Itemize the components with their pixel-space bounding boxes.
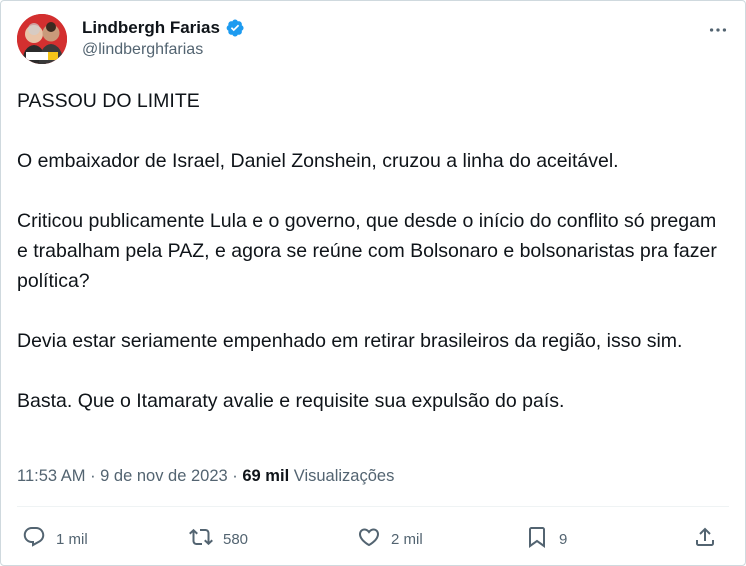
retweet-button[interactable]: 580 [189,520,248,558]
action-bar: 1 mil 580 2 mil 9 [0,520,746,558]
tweet-paragraph: Basta. Que o Itamaraty avalie e requisit… [17,390,565,412]
reply-icon [22,525,46,553]
like-count: 2 mil [391,530,423,548]
bookmark-button[interactable]: 9 [525,520,567,558]
share-icon [693,525,717,553]
reply-count: 1 mil [56,530,88,548]
tweet-paragraph: PASSOU DO LIMITE [17,90,200,112]
tweet-paragraph: Devia estar seriamente empenhado em reti… [17,330,683,352]
meta-separator: · [227,467,243,485]
author-name[interactable]: Lindbergh Farias [82,17,220,39]
like-icon [357,525,381,553]
retweet-icon [189,525,213,553]
verified-icon [225,18,245,38]
tweet-metadata: 11:53 AM · 9 de nov de 2023 · 69 mil Vis… [17,464,394,488]
tweet-paragraph: Criticou publicamente Lula e o governo, … [17,210,717,292]
bookmark-icon [525,525,549,553]
tweet-paragraph: O embaixador de Israel, Daniel Zonshein,… [17,150,619,172]
tweet-text: PASSOU DO LIMITE O embaixador de Israel,… [17,86,729,416]
author-handle[interactable]: @lindberghfarias [82,40,245,60]
avatar[interactable] [17,14,67,64]
reply-button[interactable]: 1 mil [22,520,88,558]
views-label: Visualizações [293,467,395,485]
meta-separator: · [85,467,101,485]
tweet-header: Lindbergh Farias @lindberghfarias [17,14,732,66]
share-button[interactable] [693,520,717,558]
avatar-image [17,14,67,64]
views-count: 69 mil [242,467,290,485]
like-button[interactable]: 2 mil [357,520,423,558]
more-icon[interactable] [704,20,732,40]
bookmark-count: 9 [559,530,568,548]
author-block: Lindbergh Farias @lindberghfarias [82,17,245,60]
tweet-date[interactable]: 9 de nov de 2023 [100,467,228,485]
divider [17,506,729,507]
retweet-count: 580 [223,530,249,548]
tweet-time[interactable]: 11:53 AM [17,467,86,485]
